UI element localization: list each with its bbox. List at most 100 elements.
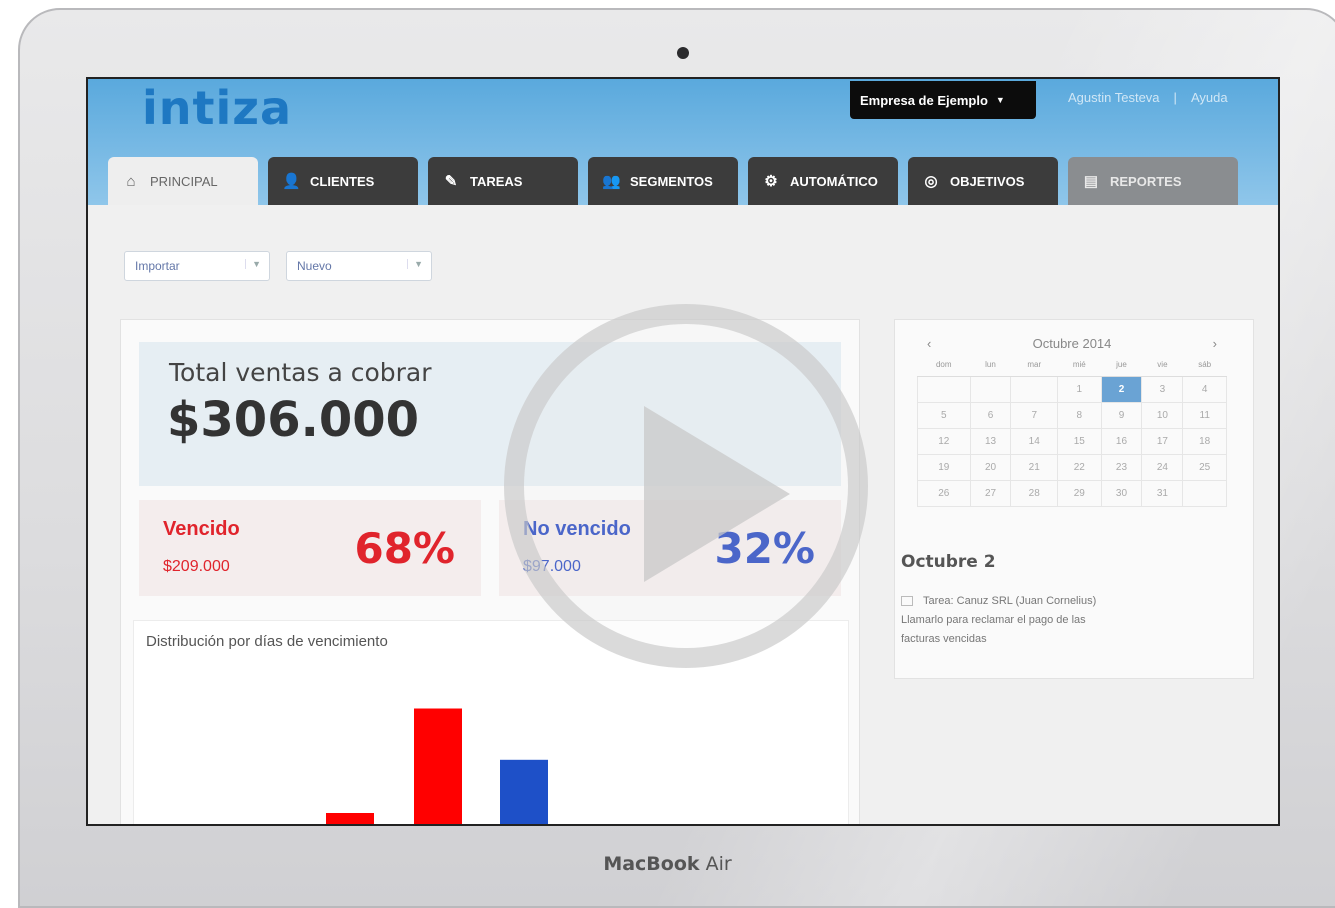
calendar-week: 26 27 28 29 30 31 (917, 479, 1227, 507)
task-desc-2: facturas vencidas (901, 633, 987, 645)
new-dropdown[interactable]: Nuevo ▼ (286, 251, 432, 281)
total-sales-label: Total ventas a cobrar (169, 358, 432, 387)
calendar-week: 5 6 7 8 9 10 11 (917, 401, 1227, 429)
link-separator: | (1173, 90, 1177, 105)
device-brand-label: MacBook Air (0, 853, 1335, 875)
calendar-day[interactable]: 7 (1010, 401, 1058, 429)
calendar-weekday: dom (917, 354, 971, 377)
calendar-day[interactable]: 12 (917, 427, 971, 455)
aging-bar-chart (326, 708, 548, 827)
calendar-day (969, 375, 1012, 403)
overdue-percent: 68% (354, 524, 455, 573)
calendar-day[interactable]: 20 (969, 453, 1012, 481)
overdue-amount: $209.000 (163, 558, 230, 575)
user-icon: 👤 (282, 173, 301, 190)
tab-automatico[interactable]: ⚙ AUTOMÁTICO (748, 157, 898, 205)
target-icon: ◎ (924, 173, 938, 190)
calendar-day[interactable]: 23 (1100, 453, 1143, 481)
chart-bar[interactable] (414, 708, 462, 827)
calendar-day[interactable]: 10 (1141, 401, 1184, 429)
brand-model: Air (705, 853, 732, 875)
tab-tareas[interactable]: ✎ TAREAS (428, 157, 578, 205)
calendar-day[interactable]: 6 (969, 401, 1012, 429)
tab-objetivos[interactable]: ◎ OBJETIVOS (908, 157, 1058, 205)
chevron-down-icon: ▼ (995, 95, 1005, 105)
calendar-month: Octubre 2014 (1032, 335, 1112, 351)
tab-reportes[interactable]: ▤ REPORTES (1068, 157, 1238, 205)
app-header: intiza Empresa de Ejemplo ▼ Agustin Test… (88, 79, 1278, 205)
task-desc-1: Llamarlo para reclamar el pago de las (901, 614, 1086, 626)
calendar-day[interactable]: 2 (1100, 375, 1143, 403)
user-name-link[interactable]: Agustin Testeva (1068, 90, 1160, 105)
tab-label: OBJETIVOS (950, 173, 1025, 189)
calendar-weekday: jue (1101, 354, 1142, 377)
home-icon: ⌂ (126, 172, 136, 190)
tab-label: AUTOMÁTICO (790, 173, 878, 189)
calendar-day[interactable]: 24 (1141, 453, 1184, 481)
chevron-right-icon[interactable]: › (1213, 336, 1217, 351)
gears-icon: ⚙ (764, 173, 778, 190)
calendar-day[interactable]: 19 (917, 453, 971, 481)
calendar-day (1182, 479, 1227, 507)
calendar-day[interactable]: 11 (1182, 401, 1227, 429)
calendar-day[interactable]: 22 (1057, 453, 1102, 481)
chart-bar[interactable] (326, 813, 374, 826)
total-sales-value: $306.000 (167, 392, 420, 448)
calendar-day[interactable]: 5 (917, 401, 971, 429)
chart-bar[interactable] (500, 759, 548, 826)
calendar-day[interactable]: 15 (1057, 427, 1102, 455)
calendar-weekday: lun (970, 354, 1011, 377)
calendar: ‹ Octubre 2014 › dom lun mar mié jue vie sáb 1… (917, 332, 1227, 507)
calendar-weekday: mar (1010, 354, 1058, 377)
calendar-day[interactable]: 13 (969, 427, 1012, 455)
chevron-left-icon[interactable]: ‹ (927, 336, 931, 351)
agenda-task: Tarea: Canuz SRL (Juan Cornelius) Llamar… (901, 592, 1241, 649)
chevron-down-icon: ▼ (245, 259, 261, 269)
calendar-day[interactable]: 29 (1057, 479, 1102, 507)
calendar-header: ‹ Octubre 2014 › (917, 332, 1227, 354)
group-icon: 👥 (602, 173, 621, 190)
calendar-day[interactable]: 4 (1182, 375, 1227, 403)
calendar-day[interactable]: 3 (1141, 375, 1184, 403)
task-title[interactable]: Tarea: Canuz SRL (Juan Cornelius) (923, 595, 1096, 607)
calendar-day[interactable]: 17 (1141, 427, 1184, 455)
tab-clientes[interactable]: 👤 CLIENTES (268, 157, 418, 205)
calendar-day[interactable]: 21 (1010, 453, 1058, 481)
calendar-day[interactable]: 30 (1100, 479, 1143, 507)
calendar-day[interactable]: 26 (917, 479, 971, 507)
task-checkbox[interactable] (901, 596, 913, 607)
import-label: Importar (135, 259, 180, 273)
tab-label: CLIENTES (310, 173, 375, 189)
calendar-day[interactable]: 25 (1182, 453, 1227, 481)
play-icon (644, 406, 790, 582)
chevron-down-icon: ▼ (407, 259, 423, 269)
calendar-day[interactable]: 31 (1141, 479, 1184, 507)
app-logo[interactable]: intiza (142, 81, 292, 135)
play-button[interactable] (504, 304, 868, 668)
company-selector[interactable]: Empresa de Ejemplo ▼ (850, 81, 1036, 119)
chart-title: Distribución por días de vencimiento (146, 633, 388, 650)
calendar-day[interactable]: 18 (1182, 427, 1227, 455)
calendar-day[interactable]: 1 (1057, 375, 1102, 403)
calendar-day[interactable]: 28 (1010, 479, 1058, 507)
calendar-day[interactable]: 27 (969, 479, 1012, 507)
calendar-day[interactable]: 16 (1100, 427, 1143, 455)
calendar-day[interactable]: 14 (1010, 427, 1058, 455)
calendar-day (1010, 375, 1058, 403)
calendar-day[interactable]: 9 (1100, 401, 1143, 429)
overdue-label: Vencido (163, 518, 240, 540)
main-tabs: ⌂ PRINCIPAL 👤 CLIENTES ✎ TAREAS 👥 SEGMEN… (108, 157, 1238, 205)
import-dropdown[interactable]: Importar ▼ (124, 251, 270, 281)
calendar-weekday: sáb (1182, 354, 1227, 377)
calendar-week: 1234 (917, 375, 1227, 403)
help-link[interactable]: Ayuda (1191, 90, 1228, 105)
overdue-card[interactable]: Vencido $209.000 68% (139, 500, 481, 596)
user-links: Agustin Testeva | Ayuda (1068, 90, 1228, 105)
calendar-day[interactable]: 8 (1057, 401, 1102, 429)
agenda-day-title: Octubre 2 (901, 552, 996, 572)
tab-label: PRINCIPAL (150, 173, 218, 189)
calendar-weekday: mié (1057, 354, 1102, 377)
calendar-day (917, 375, 971, 403)
tab-segmentos[interactable]: 👥 SEGMENTOS (588, 157, 738, 205)
tab-principal[interactable]: ⌂ PRINCIPAL (108, 157, 258, 205)
